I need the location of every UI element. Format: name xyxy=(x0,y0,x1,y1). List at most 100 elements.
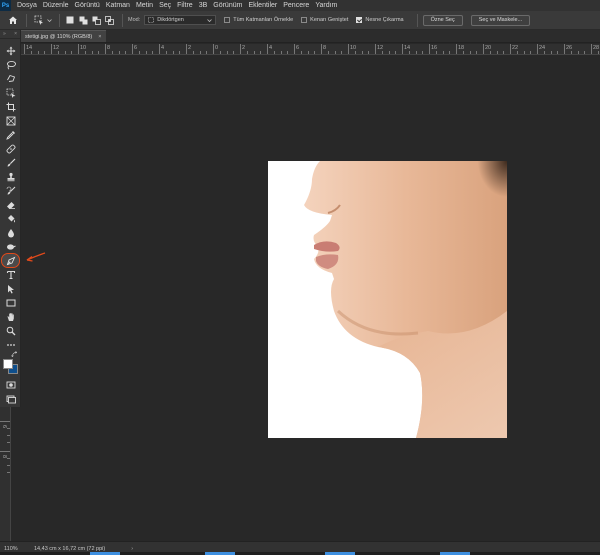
mode-select[interactable]: Dikdörtgen xyxy=(144,15,217,25)
ruler-tick xyxy=(0,451,10,452)
more-icon xyxy=(6,343,15,346)
document-info: 14,43 cm x 16,72 cm (72 ppi) xyxy=(34,545,106,552)
close-icon[interactable]: × xyxy=(98,34,101,40)
menu-type[interactable]: Metin xyxy=(133,2,156,9)
menu-window[interactable]: Pencere xyxy=(280,2,312,9)
ruler-tick xyxy=(442,51,444,54)
crop-tool[interactable] xyxy=(2,100,19,113)
frame-tool[interactable] xyxy=(2,114,19,127)
home-icon[interactable] xyxy=(5,12,21,28)
zoom-tool[interactable] xyxy=(2,324,19,337)
stamp-icon xyxy=(7,172,14,181)
menu-edit[interactable]: Düzenle xyxy=(40,2,72,9)
collapse-icon[interactable]: » xyxy=(3,31,6,37)
object-subtract-checkbox[interactable]: Nesne Çıkarma xyxy=(356,17,404,23)
ruler-tick xyxy=(199,51,201,54)
hand-tool[interactable] xyxy=(2,310,19,323)
history-brush-tool[interactable] xyxy=(2,184,19,197)
ruler-tick xyxy=(530,51,532,54)
lasso-tool-2[interactable] xyxy=(2,72,19,85)
ruler-tick xyxy=(496,51,498,54)
lasso-tool[interactable] xyxy=(2,58,19,71)
vertical-ruler[interactable]: 68 xyxy=(0,407,11,541)
document-tab[interactable]: stetigi.jpg @ 110% (RGB/8) × xyxy=(21,30,107,42)
menu-3d[interactable]: 3B xyxy=(196,2,211,9)
document-image[interactable] xyxy=(268,161,507,438)
ruler-tick-label: 0 xyxy=(215,45,219,51)
ruler-tick xyxy=(219,51,221,54)
magnifier-icon xyxy=(6,326,15,335)
ruler-tick xyxy=(314,51,316,54)
clone-stamp-tool[interactable] xyxy=(2,170,19,183)
menu-plugins[interactable]: Eklentiler xyxy=(245,2,280,9)
subtract-selection-icon[interactable] xyxy=(91,15,101,25)
move-icon xyxy=(6,46,15,55)
close-icon[interactable]: × xyxy=(14,30,17,39)
type-tool[interactable] xyxy=(2,268,19,281)
ruler-tick xyxy=(240,44,241,54)
ruler-tick xyxy=(125,51,127,54)
ruler-tick xyxy=(233,51,235,54)
checkbox-box-checked[interactable] xyxy=(356,17,363,23)
pen-tool[interactable] xyxy=(1,253,20,268)
menu-view[interactable]: Görünüm xyxy=(210,2,245,9)
rectangle-icon xyxy=(6,299,15,306)
eraser-tool[interactable] xyxy=(2,198,19,211)
blur-tool[interactable] xyxy=(2,226,19,239)
zoom-level[interactable]: 110% xyxy=(0,546,30,552)
divider xyxy=(122,13,123,27)
paint-bucket-tool[interactable] xyxy=(2,212,19,225)
ruler-tick xyxy=(388,51,390,54)
healing-brush-tool[interactable] xyxy=(2,142,19,155)
select-subject-button[interactable]: Özne Seç xyxy=(422,14,463,26)
ruler-tick xyxy=(476,51,478,54)
new-selection-icon[interactable] xyxy=(65,15,75,25)
ruler-tick xyxy=(44,51,46,54)
dodge-tool[interactable] xyxy=(2,240,19,253)
options-bar: Mod: Dikdörtgen Tüm Katmanları Örnekle K… xyxy=(0,11,600,30)
eyedropper-tool[interactable] xyxy=(2,128,19,141)
chevron-right-icon[interactable]: › xyxy=(131,546,133,552)
ruler-tick xyxy=(523,51,525,54)
ruler-tick xyxy=(111,51,113,54)
app-logo-icon[interactable]: Ps xyxy=(0,0,11,11)
ruler-tick-label: 4 xyxy=(269,45,273,51)
ruler-tick xyxy=(0,421,10,422)
divider xyxy=(26,13,27,27)
menu-help[interactable]: Yardım xyxy=(312,2,340,9)
path-selection-tool[interactable] xyxy=(2,282,19,295)
screen-mode-button[interactable] xyxy=(2,392,19,405)
menu-layer[interactable]: Katman xyxy=(103,2,133,9)
tool-preset-picker[interactable] xyxy=(32,14,54,26)
drop-icon xyxy=(7,228,14,237)
intersect-selection-icon[interactable] xyxy=(104,15,114,25)
hard-edge-checkbox[interactable]: Kenarı Geniştet xyxy=(301,17,348,23)
menu-select[interactable]: Seç xyxy=(156,2,174,9)
color-swatches xyxy=(2,358,19,376)
brush-tool[interactable] xyxy=(2,156,19,169)
type-icon xyxy=(6,270,15,279)
ruler-tick xyxy=(273,51,275,54)
swap-colors-button[interactable] xyxy=(2,350,19,358)
rectangle-tool[interactable] xyxy=(2,296,19,309)
move-tool[interactable] xyxy=(2,44,19,57)
menu-image[interactable]: Görüntü xyxy=(72,2,103,9)
select-and-mask-button[interactable]: Seç ve Maskele... xyxy=(470,14,531,26)
quick-mask-button[interactable] xyxy=(2,378,19,391)
frame-icon xyxy=(6,116,15,125)
ruler-tick xyxy=(395,51,397,54)
horizontal-ruler[interactable]: 14 12 10 8 6 4 2 0 2 4 6 8 10 12 14 16 18 20 22 24 26 28 xyxy=(21,44,600,55)
foreground-color-swatch[interactable] xyxy=(3,359,13,369)
menu-filter[interactable]: Filtre xyxy=(174,2,196,9)
add-selection-icon[interactable] xyxy=(78,15,88,25)
mode-select-value: Dikdörtgen xyxy=(157,17,184,23)
object-selection-tool[interactable] xyxy=(2,86,19,99)
checkbox-box[interactable] xyxy=(301,17,308,23)
menu-file[interactable]: Dosya xyxy=(14,2,40,9)
sample-all-layers-checkbox[interactable]: Tüm Katmanları Örnekle xyxy=(224,17,293,23)
checkbox-box[interactable] xyxy=(224,17,231,23)
ruler-tick xyxy=(105,44,106,54)
ruler-tick xyxy=(118,51,120,54)
tools-panel-header[interactable]: » × xyxy=(0,30,20,39)
ruler-tick xyxy=(435,51,437,54)
